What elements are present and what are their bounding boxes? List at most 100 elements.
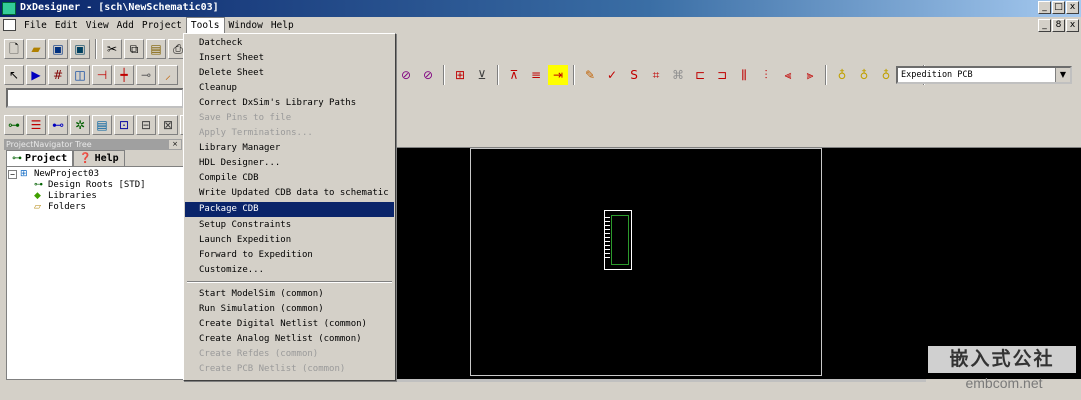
cut-icon[interactable]: ✂ — [102, 39, 122, 59]
layout-tool-select[interactable]: Expedition PCB ▼ — [896, 66, 1072, 84]
project-tree-icon: ⊶ — [12, 153, 22, 164]
menu-item-package-cdb[interactable]: Package CDB — [185, 202, 394, 217]
command-input[interactable] — [6, 88, 184, 108]
menu-item-create-analog-netlist[interactable]: Create Analog Netlist (common) — [185, 332, 394, 347]
tree-node-folders[interactable]: ▱ Folders — [8, 202, 146, 213]
net-icon[interactable]: ⌗ — [646, 65, 666, 85]
close-button[interactable]: x — [1066, 1, 1079, 14]
menu-tools[interactable]: Tools — [185, 17, 225, 34]
select-pointer-icon[interactable]: ↖ — [4, 65, 24, 85]
menu-item-customize[interactable]: Customize... — [185, 263, 394, 278]
menu-file[interactable]: File — [20, 17, 51, 34]
add-label-icon[interactable]: ⸝ — [158, 65, 178, 85]
array-icon[interactable]: ⫸ — [800, 65, 820, 85]
menu-item-start-modelsim[interactable]: Start ModelSim (common) — [185, 287, 394, 302]
filter-icon[interactable]: ⊻ — [472, 65, 492, 85]
menu-item-create-digital-netlist[interactable]: Create Digital Netlist (common) — [185, 317, 394, 332]
bulb-icon[interactable]: ♁ — [832, 65, 852, 85]
tree-node-libraries[interactable]: ◆ Libraries — [8, 191, 146, 202]
minimize-button[interactable]: _ — [1038, 1, 1051, 14]
tree-node-project[interactable]: − ⊞ NewProject03 — [8, 169, 146, 180]
copy-icon[interactable]: ⧉ — [124, 39, 144, 59]
menu-item-create-pcb-netlist[interactable]: Create PCB Netlist (common) — [185, 362, 394, 377]
horizontal-scrollbar[interactable] — [396, 379, 926, 382]
component-pins — [605, 217, 610, 261]
properties-view-icon[interactable]: ⊠ — [158, 115, 178, 135]
zoom-fit-icon[interactable]: ⊘ — [396, 65, 416, 85]
save-all-icon[interactable]: ▣ — [70, 39, 90, 59]
menu-view[interactable]: View — [82, 17, 113, 34]
bus-icon[interactable]: ⫼ — [734, 65, 754, 85]
navigator-close-icon[interactable]: × — [169, 140, 181, 149]
navigation-toolbar: ⊶ ☰ ⊷ ✲ ▤ ⊡ ⊟ ⊠ ⚒ — [0, 112, 1081, 138]
table-view-icon[interactable]: ⊟ — [136, 115, 156, 135]
navigator-title: ProjectNavigator Tree × — [4, 139, 182, 150]
menu-item-compile-cdb[interactable]: Compile CDB — [185, 171, 394, 186]
paste-icon[interactable]: ▤ — [146, 39, 166, 59]
window-view-icon[interactable]: ⊡ — [114, 115, 134, 135]
menu-item-create-refdes[interactable]: Create Refdes (common) — [185, 347, 394, 362]
schematic-view-icon[interactable]: ☰ — [26, 115, 46, 135]
menu-project[interactable]: Project — [138, 17, 186, 34]
menu-item-apply-terminations[interactable]: Apply Terminations... — [185, 126, 394, 141]
menu-edit[interactable]: Edit — [51, 17, 82, 34]
menu-item-run-simulation[interactable]: Run Simulation (common) — [185, 302, 394, 317]
menu-item-hdl-designer[interactable]: HDL Designer... — [185, 156, 394, 171]
menu-help[interactable]: Help — [267, 17, 298, 34]
menu-item-save-pins[interactable]: Save Pins to file — [185, 111, 394, 126]
chevron-down-icon[interactable]: ▼ — [1055, 68, 1070, 82]
pencil-icon[interactable]: ✎ — [580, 65, 600, 85]
menu-item-correct-library-paths[interactable]: Correct DxSim's Library Paths — [185, 96, 394, 111]
project-tree-icon[interactable]: ⊶ — [4, 115, 24, 135]
ripper-icon[interactable]: ⫶ — [756, 65, 776, 85]
symbol-icon[interactable]: S — [624, 65, 644, 85]
add-net-icon[interactable]: ⊣ — [92, 65, 112, 85]
schematic-icon[interactable]: ⊏ — [690, 65, 710, 85]
menu-item-datcheck[interactable]: Datcheck — [185, 36, 394, 51]
add-box-icon[interactable]: ◫ — [70, 65, 90, 85]
add-component-icon[interactable]: ▶ — [26, 65, 46, 85]
push-icon[interactable]: ⇥ — [548, 65, 568, 85]
bulb-icon[interactable]: ♁ — [854, 65, 874, 85]
tap-icon[interactable]: ⫷ — [778, 65, 798, 85]
hierarchy-view-icon[interactable]: ⊷ — [48, 115, 68, 135]
block-icon[interactable]: ⊐ — [712, 65, 732, 85]
menu-item-launch-expedition[interactable]: Launch Expedition — [185, 233, 394, 248]
menu-add[interactable]: Add — [113, 17, 138, 34]
menu-item-cleanup[interactable]: Cleanup — [185, 81, 394, 96]
menu-item-delete-sheet[interactable]: Delete Sheet — [185, 66, 394, 81]
save-icon[interactable]: ▣ — [48, 39, 68, 59]
menu-item-forward-to-expedition[interactable]: Forward to Expedition — [185, 248, 394, 263]
grid-icon[interactable]: ⊞ — [450, 65, 470, 85]
zoom-area-icon[interactable]: ⊘ — [418, 65, 438, 85]
maximize-button[interactable]: □ — [1052, 1, 1065, 14]
doc-close-button[interactable]: x — [1066, 19, 1079, 32]
doc-restore-button[interactable]: 8 — [1052, 19, 1065, 32]
tab-project[interactable]: ⊶ Project — [6, 150, 74, 166]
schematic-component[interactable] — [604, 210, 632, 270]
net-view-icon[interactable]: ✲ — [70, 115, 90, 135]
collapse-icon[interactable]: − — [8, 170, 17, 179]
align-icon[interactable]: ⊼ — [504, 65, 524, 85]
menu-window[interactable]: Window — [225, 17, 267, 34]
bulb-icon[interactable]: ♁ — [876, 65, 896, 85]
menu-item-write-updated-cdb[interactable]: Write Updated CDB data to schematic — [185, 186, 394, 201]
window-controls: _ □ x — [1038, 1, 1079, 14]
add-pin-icon[interactable]: ⊸ — [136, 65, 156, 85]
new-file-icon[interactable]: 🗋 — [4, 39, 24, 59]
hierarchy-icon[interactable]: ⌘ — [668, 65, 688, 85]
sheet-view-icon[interactable]: ▤ — [92, 115, 112, 135]
tree-node-design-roots[interactable]: ⊶ Design Roots [STD] — [8, 180, 146, 191]
document-icon[interactable] — [3, 19, 16, 31]
tab-help[interactable]: ❓ Help — [73, 150, 125, 166]
check-icon[interactable]: ✓ — [602, 65, 622, 85]
menu-separator — [187, 281, 392, 283]
menu-item-library-manager[interactable]: Library Manager — [185, 141, 394, 156]
add-bus-icon[interactable]: # — [48, 65, 68, 85]
add-junction-icon[interactable]: ┿ — [114, 65, 134, 85]
doc-minimize-button[interactable]: _ — [1038, 19, 1051, 32]
menu-item-setup-constraints[interactable]: Setup Constraints — [185, 218, 394, 233]
menu-item-insert-sheet[interactable]: Insert Sheet — [185, 51, 394, 66]
distribute-icon[interactable]: ≡ — [526, 65, 546, 85]
open-folder-icon[interactable]: ▰ — [26, 39, 46, 59]
